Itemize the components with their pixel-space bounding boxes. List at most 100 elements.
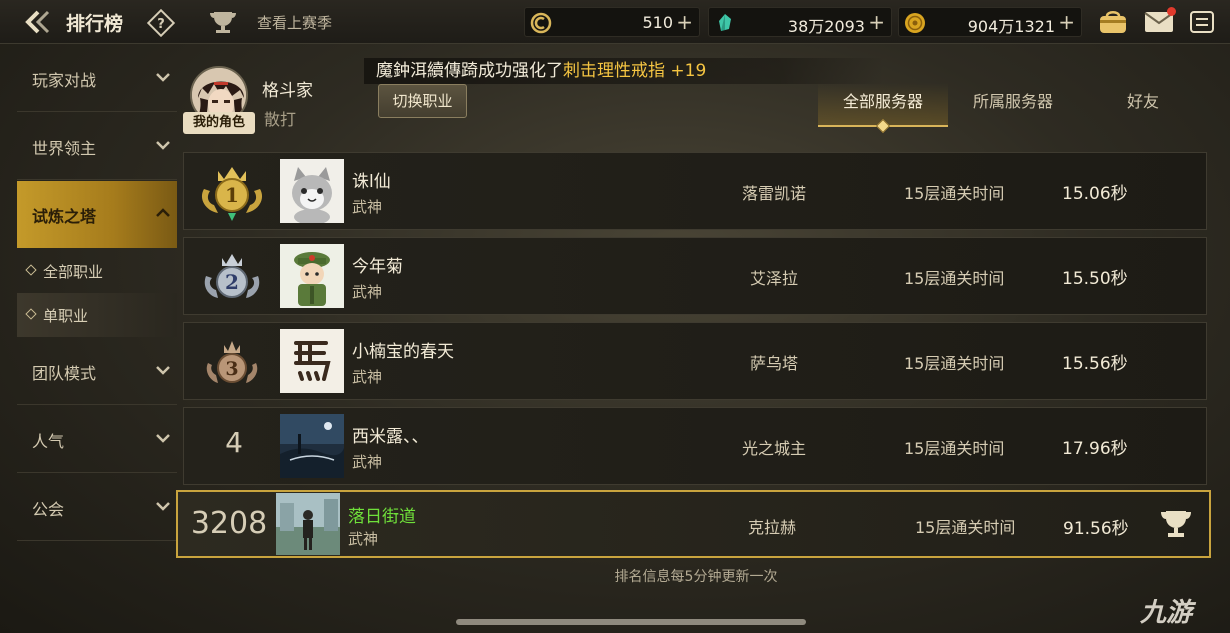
player-class: 武神 bbox=[352, 198, 383, 216]
sidebar-item-label: 世界领主 bbox=[32, 139, 97, 158]
clear-time: 15.06秒 bbox=[1062, 184, 1128, 204]
gem-icon bbox=[719, 14, 731, 31]
bronze-rank-medal-icon: 3 bbox=[206, 341, 258, 383]
medal-rank-number: 2 bbox=[225, 270, 239, 294]
home-indicator[interactable] bbox=[456, 619, 806, 625]
my-server-name: 克拉赫 bbox=[747, 518, 796, 537]
trophy-icon[interactable] bbox=[1158, 508, 1194, 540]
update-info-text: 排名信息每5分钟更新一次 bbox=[614, 569, 778, 585]
street-avatar-image bbox=[276, 493, 340, 555]
floor-label: 15层通关时间 bbox=[904, 269, 1005, 288]
sidebar-item-trial-tower[interactable]: 试炼之塔 bbox=[17, 181, 177, 248]
sidebar-item-world-boss[interactable]: 世界领主 bbox=[17, 113, 177, 180]
sidebar-item-pvp[interactable]: 玩家对战 bbox=[17, 45, 177, 112]
currency-crystal: 510 + bbox=[524, 7, 700, 37]
clear-time: 15.56秒 bbox=[1062, 354, 1128, 374]
floor-label: 15层通关时间 bbox=[904, 354, 1005, 373]
prev-season-link[interactable]: 查看上赛季 bbox=[257, 12, 332, 33]
sidebar: 玩家对战 世界领主 试炼之塔 全部职业 单职业 团队模式 人气 公会 bbox=[17, 45, 177, 545]
player-name: 诛l仙 bbox=[352, 172, 391, 192]
medal-rank-number: 1 bbox=[225, 183, 239, 207]
silver-rank-medal-icon: 2 bbox=[204, 254, 260, 298]
watermark-logo: 九游 bbox=[1140, 598, 1193, 628]
my-player-name: 落日街道 bbox=[348, 507, 416, 527]
chevron-down-icon bbox=[156, 434, 170, 443]
add-gem-button[interactable]: + bbox=[868, 10, 885, 34]
player-class: 武神 bbox=[352, 368, 383, 386]
player-name: 格斗家 bbox=[262, 81, 313, 101]
svg-text:?: ? bbox=[157, 17, 165, 32]
rank-number: 4 bbox=[225, 426, 243, 459]
gold-rank-medal-icon: 1 bbox=[201, 167, 263, 221]
my-player-class: 武神 bbox=[348, 530, 379, 548]
crystal-value: 510 bbox=[642, 13, 673, 32]
night-scene-avatar-image bbox=[280, 414, 344, 478]
currency-gold: 904万1321 + bbox=[898, 7, 1082, 37]
tab-own-server[interactable]: 所属服务器 bbox=[948, 83, 1078, 127]
player-avatar[interactable] bbox=[280, 414, 344, 478]
clear-time: 17.96秒 bbox=[1062, 439, 1128, 459]
player-avatar[interactable] bbox=[280, 244, 344, 308]
sidebar-item-guild[interactable]: 公会 bbox=[17, 474, 177, 541]
floor-label: 15层通关时间 bbox=[904, 439, 1005, 458]
sidebar-item-label: 玩家对战 bbox=[32, 71, 97, 90]
chevron-down-icon bbox=[156, 366, 170, 375]
add-gold-button[interactable]: + bbox=[1058, 10, 1075, 34]
ranking-row[interactable]: 1 诛l仙 武神 落雷凯诺 15层通关时间 15.06秒 bbox=[183, 152, 1207, 230]
bag-icon[interactable] bbox=[1097, 8, 1129, 36]
mail-notification-dot bbox=[1167, 7, 1176, 16]
subitem-single-class[interactable]: 单职业 bbox=[17, 293, 177, 337]
server-name: 光之城主 bbox=[741, 439, 806, 458]
announcement-banner: 魔鈡洱續傳踦成功强化了刺击理性戒指 +19 bbox=[364, 58, 884, 84]
sidebar-item-label: 团队模式 bbox=[32, 364, 97, 383]
chevron-down-icon bbox=[156, 73, 170, 82]
floor-label: 15层通关时间 bbox=[915, 518, 1016, 537]
player-name: 小楠宝的春天 bbox=[352, 342, 454, 362]
diamond-bullet-icon bbox=[25, 308, 37, 320]
add-crystal-button[interactable]: + bbox=[676, 10, 693, 34]
gold-value: 904万1321 bbox=[967, 17, 1055, 36]
soldier-avatar-image bbox=[280, 244, 344, 308]
switch-class-button[interactable]: 切换职业 bbox=[378, 84, 467, 118]
crystal-coin-icon bbox=[530, 12, 552, 34]
player-avatar[interactable] bbox=[280, 159, 344, 223]
back-arrow-icon[interactable] bbox=[24, 8, 56, 36]
gem-value: 38万2093 bbox=[787, 17, 865, 36]
player-avatar[interactable] bbox=[280, 329, 344, 393]
calligraphy-avatar-image bbox=[280, 329, 344, 393]
currency-gem: 38万2093 + bbox=[708, 7, 892, 37]
menu-icon[interactable] bbox=[1189, 10, 1215, 34]
medal-rank-number: 3 bbox=[225, 358, 238, 380]
announcement-item: 刺击理性戒指 +19 bbox=[563, 61, 707, 81]
top-bar: 排行榜 ? 查看上赛季 510 + 38万2093 + 904万1321 + bbox=[0, 0, 1230, 44]
my-clear-time: 91.56秒 bbox=[1063, 519, 1129, 539]
page-title: 排行榜 bbox=[66, 13, 124, 35]
floor-label: 15层通关时间 bbox=[904, 184, 1005, 203]
player-class: 武神 bbox=[352, 283, 383, 301]
server-name: 萨乌塔 bbox=[749, 354, 798, 373]
diamond-bullet-icon bbox=[25, 264, 37, 276]
ranking-row[interactable]: 2 今年菊 武神 艾泽拉 15层通关时间 15.50秒 bbox=[183, 237, 1207, 315]
ranking-row[interactable]: 3 小楠宝的春天 武神 萨乌塔 15层通关时间 15.56秒 bbox=[183, 322, 1207, 400]
subitem-all-classes[interactable]: 全部职业 bbox=[17, 249, 177, 293]
chevron-down-icon bbox=[156, 141, 170, 150]
trophy-icon[interactable] bbox=[208, 9, 238, 35]
my-avatar[interactable] bbox=[276, 493, 340, 555]
clear-time: 15.50秒 bbox=[1062, 269, 1128, 289]
my-rank-number: 3208 bbox=[190, 506, 268, 541]
chevron-down-icon bbox=[156, 502, 170, 511]
gold-coin-icon bbox=[905, 13, 925, 33]
sidebar-item-popularity[interactable]: 人气 bbox=[17, 406, 177, 473]
player-name: 西米露、、 bbox=[352, 427, 429, 447]
player-class: 武神 bbox=[352, 453, 383, 471]
help-icon[interactable]: ? bbox=[147, 9, 175, 37]
announcement-text: 魔鈡洱續傳踦成功强化了 bbox=[376, 61, 563, 81]
tab-friends[interactable]: 好友 bbox=[1078, 83, 1208, 127]
ranking-row[interactable]: 4 西米露、、 武神 光之城主 15层通关时间 17.96秒 bbox=[183, 407, 1207, 485]
server-name: 落雷凯诺 bbox=[741, 184, 806, 203]
my-ranking-row[interactable]: 3208 落日街道 武神 克拉赫 15层通关时间 91.56秒 bbox=[176, 490, 1211, 558]
subitem-label: 单职业 bbox=[43, 307, 89, 325]
sidebar-item-label: 公会 bbox=[32, 500, 65, 519]
server-name: 艾泽拉 bbox=[749, 269, 798, 288]
sidebar-item-team-mode[interactable]: 团队模式 bbox=[17, 338, 177, 405]
